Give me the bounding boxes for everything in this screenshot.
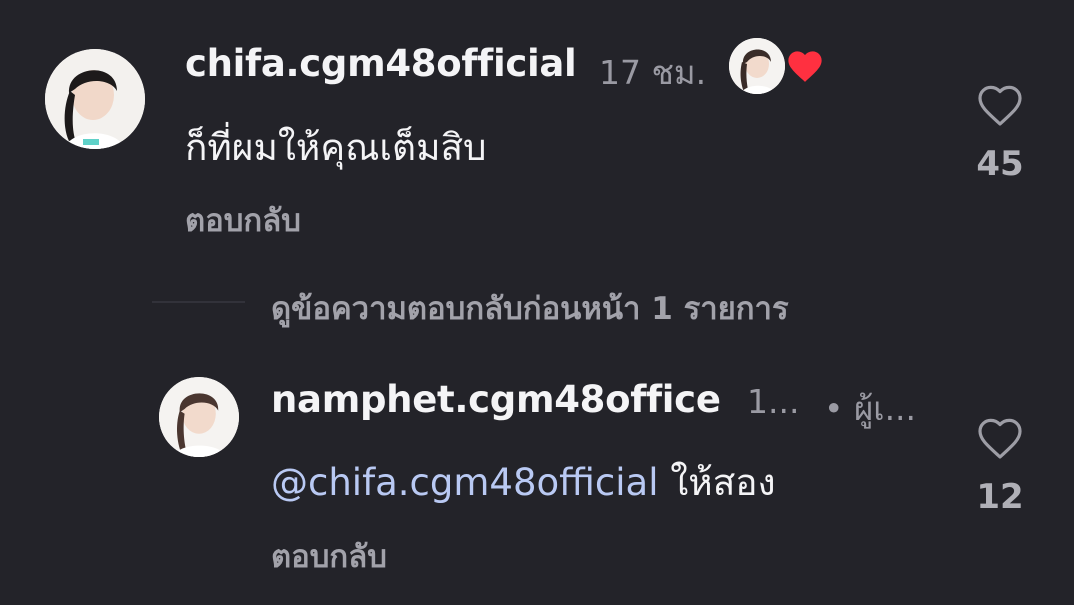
view-previous-replies-button[interactable]: ดูข้อความตอบกลับก่อนหน้า 1 รายการ [271, 283, 789, 333]
heart-outline-icon [978, 418, 1022, 459]
avatar[interactable] [45, 49, 145, 149]
reply-text: @chifa.cgm48official ให้สอง [271, 453, 776, 512]
heart-outline-icon [978, 85, 1022, 126]
red-heart-icon [788, 51, 822, 82]
comment-thread: chifa.cgm48official 17 ชม. ก็ที่ผมให้คุณ… [0, 0, 1074, 605]
profile-photo [45, 49, 145, 149]
reply-username[interactable]: namphet.cgm48office [271, 378, 721, 421]
like-count: 45 [976, 144, 1024, 184]
thread-divider [152, 301, 245, 303]
reply-timestamp: 1... [747, 382, 800, 421]
reply-text-body: ให้สอง [658, 461, 776, 504]
mention-link[interactable]: @chifa.cgm48official [271, 461, 658, 504]
creator-liked-avatar [729, 38, 785, 94]
reply-like-count: 12 [976, 477, 1024, 517]
reply-like-heart-icon[interactable] [975, 417, 1025, 461]
comment-username[interactable]: chifa.cgm48official [185, 42, 577, 85]
reply-reply-button[interactable]: ตอบกลับ [271, 531, 387, 581]
like-heart-icon[interactable] [975, 84, 1025, 128]
reply-button[interactable]: ตอบกลับ [185, 195, 301, 245]
reply-author-badge: • ผู้เ... [824, 389, 917, 428]
reply-avatar[interactable] [159, 377, 239, 457]
liked-avatar-photo [729, 38, 785, 94]
comment-timestamp: 17 ชม. [599, 53, 707, 92]
reply-profile-photo [159, 377, 239, 457]
comment-text: ก็ที่ผมให้คุณเต็มสิบ [185, 126, 487, 169]
